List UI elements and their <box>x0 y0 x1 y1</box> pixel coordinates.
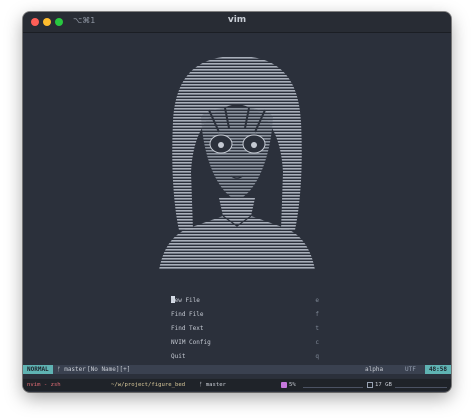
disk-usage: 17 GB <box>375 382 392 388</box>
buffer-name: [No Name][+] <box>87 366 131 373</box>
dashboard-item-label: Find Text <box>171 325 204 332</box>
dashboard-item-label: Find File <box>171 311 204 318</box>
current-path: ~/w/project/figure_bed <box>111 382 186 388</box>
tmux-git-branch: ᚠ master <box>199 382 226 388</box>
dashboard-item-quit[interactable]: Quit q <box>159 352 319 362</box>
cursor-position: 48:58 <box>424 365 451 374</box>
filetype: alpha <box>365 366 384 373</box>
dashboard-item-shortcut: f <box>315 311 319 318</box>
dashboard-item-new-file[interactable]: New File e <box>159 296 319 306</box>
tmux-statusbar: nvim - zsh ~/w/project/figure_bed ᚠ mast… <box>23 378 451 391</box>
dashboard-item-shortcut: e <box>315 297 319 304</box>
tmux-session[interactable]: nvim - zsh <box>27 379 61 391</box>
git-branch: ᚠ master <box>57 366 86 373</box>
dashboard-item-label: New File <box>171 297 200 304</box>
disk-graph <box>395 387 447 388</box>
terminal-window: ⌥⌘1 vim New File e Find File f Find Text… <box>23 12 451 392</box>
portrait-face <box>201 107 273 200</box>
dashboard-item-find-file[interactable]: Find File f <box>159 310 319 320</box>
disk-icon <box>367 382 373 388</box>
dashboard-item-nvim-config[interactable]: NVIM Config c <box>159 338 319 348</box>
file-encoding: UTF <box>405 366 416 373</box>
dashboard-item-find-text[interactable]: Find Text t <box>159 324 319 334</box>
dashboard-item-shortcut: t <box>315 325 319 332</box>
ascii-art-portrait <box>159 56 315 270</box>
mode-indicator: NORMAL <box>23 365 53 374</box>
cpu-usage: 5% <box>289 382 296 388</box>
vim-statusline: NORMAL ᚠ master [No Name][+] alpha UTF 4… <box>23 365 451 374</box>
cpu-graph <box>303 387 363 388</box>
dashboard-item-shortcut: q <box>315 353 319 360</box>
dashboard-item-label: Quit <box>171 353 186 360</box>
dashboard-item-label: NVIM Config <box>171 339 211 346</box>
dashboard-item-shortcut: c <box>315 339 319 346</box>
cpu-icon <box>281 382 287 388</box>
